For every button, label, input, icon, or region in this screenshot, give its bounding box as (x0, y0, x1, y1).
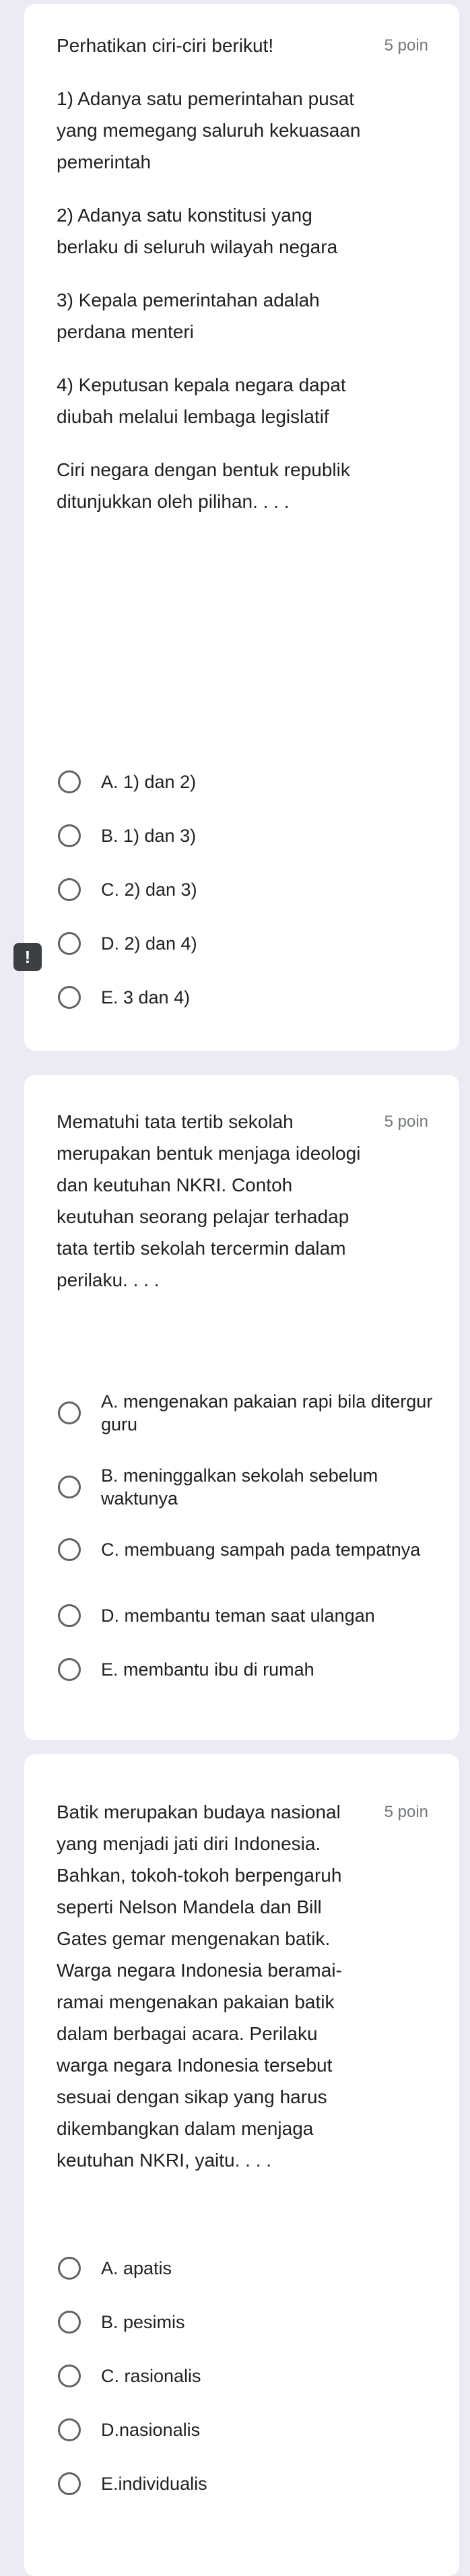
radio-button[interactable] (58, 2257, 81, 2280)
question-card-2: 5 poin Mematuhi tata tertib sekolah meru… (24, 1075, 459, 1740)
option-label: D.nasionalis (101, 2420, 201, 2440)
answer-option-d[interactable]: D. 2) dan 4) (58, 932, 435, 955)
option-label: C. rasionalis (101, 2366, 201, 2386)
radio-button[interactable] (58, 770, 81, 793)
option-label: E. 3 dan 4) (101, 987, 191, 1008)
radio-button[interactable] (58, 2311, 81, 2334)
option-label: A. mengenakan pakaian rapi bila ditergur… (101, 1391, 433, 1434)
points-label: 5 poin (384, 1803, 428, 1821)
answer-option-e[interactable]: E. membantu ibu di rumah (58, 1658, 435, 1681)
answer-option-c[interactable]: C. membuang sampah pada tempatnya (58, 1538, 435, 1561)
option-label: B. meninggalkan sekolah sebelum waktunya (101, 1465, 378, 1509)
option-label: C. membuang sampah pada tempatnya (101, 1540, 421, 1560)
question-paragraph: Perhatikan ciri-ciri berikut! (57, 35, 274, 56)
radio-button[interactable] (58, 2472, 81, 2495)
question-text: Mematuhi tata tertib sekolah merupakan b… (57, 1106, 373, 1296)
answer-option-c[interactable]: C. 2) dan 3) (58, 878, 435, 901)
points-label: 5 poin (384, 36, 428, 55)
radio-button[interactable] (58, 1476, 81, 1498)
answer-option-b[interactable]: B. 1) dan 3) (58, 824, 435, 847)
radio-button[interactable] (58, 878, 81, 901)
question-paragraph: Ciri negara dengan bentuk republik ditun… (57, 459, 350, 512)
radio-button[interactable] (58, 986, 81, 1009)
answer-option-a[interactable]: A. 1) dan 2) (58, 770, 435, 793)
option-label: A. apatis (101, 2258, 172, 2278)
question-card-3: 5 poin Batik merupakan budaya nasional y… (24, 1754, 459, 2576)
question-paragraph: 2) Adanya satu konstitusi yang berlaku d… (57, 205, 338, 257)
answer-option-b[interactable]: B. meninggalkan sekolah sebelum waktunya (58, 1464, 435, 1510)
answer-option-a[interactable]: A. mengenakan pakaian rapi bila ditergur… (58, 1390, 435, 1436)
question-paragraph: Batik merupakan budaya nasional yang men… (57, 1802, 342, 2171)
question-paragraph: 1) Adanya satu pemerintahan pusat yang m… (57, 88, 361, 172)
question-card-1: 5 poin Perhatikan ciri-ciri berikut! 1) … (24, 4, 459, 1051)
question-text: Perhatikan ciri-ciri berikut! 1) Adanya … (57, 30, 373, 517)
radio-button[interactable] (58, 1401, 81, 1424)
option-label: B. 1) dan 3) (101, 826, 197, 846)
answer-option-d[interactable]: D.nasionalis (58, 2418, 435, 2441)
radio-button[interactable] (58, 2365, 81, 2387)
radio-button[interactable] (58, 1658, 81, 1681)
option-label: A. 1) dan 2) (101, 772, 197, 792)
option-label: E.individualis (101, 2474, 207, 2494)
question-text: Batik merupakan budaya nasional yang men… (57, 1796, 373, 2176)
radio-button[interactable] (58, 1604, 81, 1627)
required-warning-icon: ! (13, 943, 42, 971)
question-paragraph: Mematuhi tata tertib sekolah merupakan b… (57, 1111, 361, 1290)
answer-option-e[interactable]: E.individualis (58, 2472, 435, 2495)
option-label: C. 2) dan 3) (101, 880, 197, 900)
radio-button[interactable] (58, 824, 81, 847)
radio-button[interactable] (58, 2418, 81, 2441)
answer-option-b[interactable]: B. pesimis (58, 2311, 435, 2334)
answer-option-d[interactable]: D. membantu teman saat ulangan (58, 1604, 435, 1627)
option-label: B. pesimis (101, 2312, 185, 2332)
option-label: D. membantu teman saat ulangan (101, 1606, 375, 1626)
answer-option-c[interactable]: C. rasionalis (58, 2365, 435, 2387)
option-label: E. membantu ibu di rumah (101, 1659, 314, 1680)
radio-button[interactable] (58, 932, 81, 955)
question-paragraph: 3) Kepala pemerintahan adalah perdana me… (57, 290, 320, 342)
question-paragraph: 4) Keputusan kepala negara dapat diubah … (57, 374, 346, 427)
radio-button[interactable] (58, 1538, 81, 1561)
points-label: 5 poin (384, 1113, 428, 1131)
option-label: D. 2) dan 4) (101, 933, 197, 954)
answer-option-e[interactable]: E. 3 dan 4) (58, 986, 435, 1009)
answer-option-a[interactable]: A. apatis (58, 2257, 435, 2280)
